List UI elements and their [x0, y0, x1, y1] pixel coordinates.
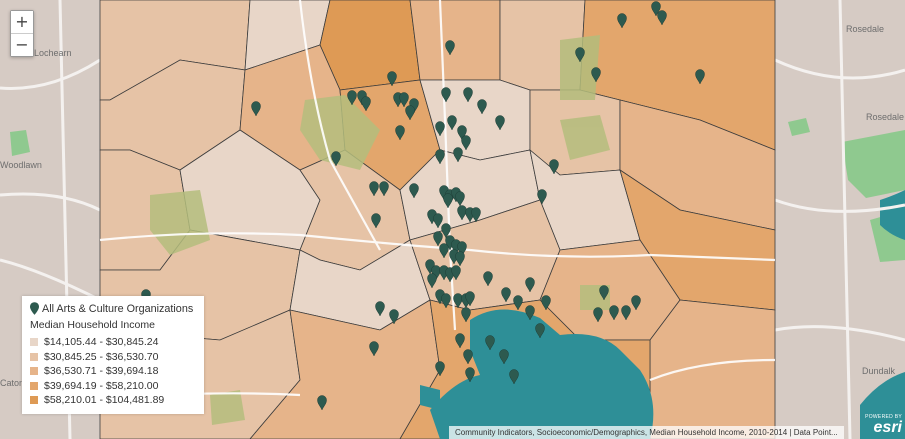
legend-class-row: $36,530.71 - $39,694.18: [30, 364, 198, 379]
legend-swatch: [30, 338, 38, 347]
attribution-text: Community Indicators, Socioeconomic/Demo…: [449, 426, 844, 439]
legend-class-label: $30,845.25 - $36,530.70: [44, 350, 159, 363]
legend-swatch: [30, 381, 38, 390]
legend-layer-title: All Arts & Culture Organizations: [42, 302, 194, 315]
place-label-lochearn: Lochearn: [34, 48, 72, 58]
legend-class-label: $14,105.44 - $30,845.24: [44, 336, 159, 349]
legend-class-row: $58,210.01 - $104,481.89: [30, 393, 198, 408]
legend-field-title: Median Household Income: [30, 319, 155, 331]
legend-class-row: $39,694.19 - $58,210.00: [30, 379, 198, 394]
place-label-rosedale: Rosedale: [846, 24, 884, 34]
legend-layer-row: All Arts & Culture Organizations: [30, 302, 198, 315]
legend-class-label: $58,210.01 - $104,481.89: [44, 394, 165, 407]
zoom-out-button[interactable]: −: [11, 34, 33, 56]
zoom-control: + −: [10, 10, 34, 57]
legend-swatch: [30, 396, 38, 405]
place-label-rosedale-2: Rosedale: [866, 112, 904, 122]
legend-class-row: $30,845.25 - $36,530.70: [30, 350, 198, 365]
esri-logo[interactable]: POWERED BY esri: [862, 414, 902, 438]
legend-class-label: $36,530.71 - $39,694.18: [44, 365, 159, 378]
legend-class-label: $39,694.19 - $58,210.00: [44, 379, 159, 392]
legend-swatch: [30, 367, 38, 376]
legend-class-row: $14,105.44 - $30,845.24: [30, 335, 198, 350]
place-label-dundalk: Dundalk: [862, 366, 896, 376]
zoom-in-button[interactable]: +: [11, 11, 33, 33]
map-pin-icon: [30, 302, 39, 315]
place-label-woodlawn: Woodlawn: [0, 160, 42, 170]
legend-swatch: [30, 352, 38, 361]
legend-panel: All Arts & Culture Organizations Median …: [22, 296, 204, 414]
esri-wordmark: esri: [873, 419, 902, 436]
